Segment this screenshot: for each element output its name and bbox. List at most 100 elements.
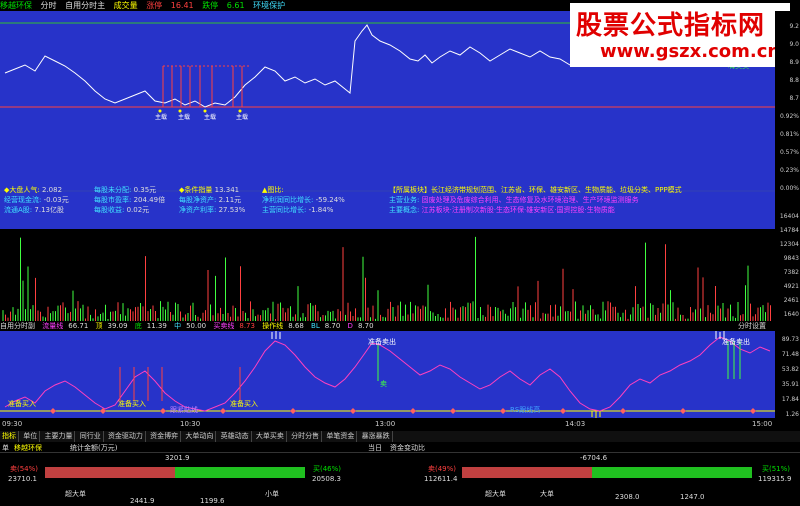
cashflow-label: 经营现金流: [4, 196, 42, 204]
axis-vol-3: 9843 [783, 255, 799, 262]
tab-intraday[interactable]: 分时分售 [289, 431, 323, 442]
chart-type-label[interactable]: 分时 [41, 1, 57, 10]
sub-head-stat: 统计金额(万元) [70, 444, 118, 452]
axis-vol-7: 1640 [783, 311, 799, 318]
sub-head-stock: 移越环保 [14, 444, 42, 452]
profit-growth-label: 净利润同比增长: [262, 196, 314, 204]
navps-label: 每股净资产: [179, 196, 217, 204]
tab-main-force[interactable]: 主要力量 [42, 431, 76, 442]
axis-vol-4: 7382 [783, 269, 799, 276]
float-shares-value: 7.13亿股 [34, 206, 64, 214]
fund-flow-panel: 3201.9 卖(54%) 买(46%) 23710.1 20508.3 超大单… [0, 453, 800, 506]
undistributed-value: 0.35元 [133, 186, 157, 194]
right-center-value: -6704.6 [580, 454, 608, 462]
time-1403: 14:03 [565, 420, 586, 428]
low-signal-marks [158, 109, 242, 113]
watermark-url: www.gszx.com.cn [600, 41, 781, 62]
buy-signal-lines [162, 65, 250, 107]
revenue-growth-value: -1.84% [308, 206, 334, 214]
top-label: 顶 [95, 322, 103, 330]
right-big-label: 超大单 [485, 490, 506, 498]
roe-value: 27.53% [218, 206, 246, 214]
ind-low-text: RS跟线高 [510, 406, 541, 414]
axis-pct-0: 0.92% [779, 113, 799, 120]
tab-big-trade[interactable]: 大单买卖 [254, 431, 287, 442]
left-buy-amount: 20508.3 [312, 475, 341, 483]
tab-unit[interactable]: 单位 [21, 431, 41, 442]
low-mark-1: 主载 [155, 114, 168, 121]
float-shares-label: 流通A股: [4, 206, 33, 214]
cond-vol-label: ◆条件指量 [179, 186, 213, 194]
ind-white-bars [271, 331, 725, 339]
left-center-value: 3201.9 [165, 454, 190, 462]
sub-head-today[interactable]: 当日 [368, 443, 382, 453]
concept-text: 长江经济带规划范围、江苏省、环保、雄安新区、生物质能、垃圾分类、PPP模式 [431, 186, 682, 194]
pe-value: 204.49倍 [133, 196, 166, 204]
tab-hero[interactable]: 英雄动态 [219, 431, 252, 442]
low-mark-2: 主载 [178, 114, 191, 121]
right-v2: 1247.0 [680, 493, 705, 501]
right-axis: 9.2 9.0 8.9 8.8 8.7 0.92% 0.81% 0.57% 0.… [775, 11, 800, 431]
sector-label: 环境保护 [253, 1, 286, 10]
axis-vol-5: 4921 [783, 283, 799, 290]
axis-ind-1: 71.48 [781, 351, 799, 358]
mid-value: 50.00 [186, 322, 207, 330]
ind-sell-lines [377, 341, 741, 381]
navps-value: 2.11元 [218, 196, 242, 204]
time-1300: 13:00 [375, 420, 396, 428]
right-v1: 2308.0 [615, 493, 640, 501]
tab-industry[interactable]: 同行业 [78, 431, 104, 442]
axis-pct-3: 0.23% [779, 167, 799, 174]
left-v2: 1199.6 [200, 497, 225, 505]
flow-label: 流量线 [42, 322, 64, 330]
time-0930: 09:30 [2, 420, 23, 428]
axis-price-0: 9.2 [789, 23, 799, 30]
tab-big-order[interactable]: 大单动向 [183, 431, 217, 442]
ind-buy-lines [119, 367, 241, 401]
time-axis: 09:30 10:30 13:00 14:03 15:00 [0, 418, 775, 430]
sub-head-ratio[interactable]: 资金变动比 [390, 443, 425, 453]
right-sell-bar [462, 467, 592, 478]
left-sell-amount: 23710.1 [8, 475, 37, 483]
ind-name[interactable]: 自用分时副 [0, 322, 35, 330]
left-v1: 2441.9 [130, 497, 155, 505]
pe-label: 每股市盈率: [94, 196, 132, 204]
left-big-label: 超大单 [65, 490, 86, 498]
tab-indicator[interactable]: 指标 [0, 431, 19, 442]
eps-value: 0.02元 [126, 206, 150, 214]
stock-name[interactable]: 移越环保 [0, 1, 32, 10]
right-sell-amount: 112611.4 [424, 475, 458, 483]
axis-vol-1: 14784 [779, 227, 799, 234]
axis-vol-2: 12304 [779, 241, 799, 248]
ind-sell-label-2: 准备卖出 [722, 338, 750, 346]
tab-fund-game[interactable]: 资金博弈 [148, 431, 182, 442]
time-1500: 15:00 [752, 420, 773, 428]
bottom-value: 11.39 [146, 322, 167, 330]
tab-surge[interactable]: 暴涨暴跌 [360, 431, 393, 442]
bottom-label: 底 [134, 322, 142, 330]
d-label: D [347, 322, 353, 330]
chart-settings-button[interactable]: 分时设置 [738, 321, 766, 331]
main-indicator-label[interactable]: 自用分时主 [65, 1, 105, 10]
axis-price-3: 8.8 [789, 77, 799, 84]
volume-panel[interactable] [0, 229, 775, 321]
undistributed-label: 每股未分配: [94, 186, 132, 194]
tab-fund-drive[interactable]: 资金驱动力 [106, 431, 146, 442]
ind-sell-mark: 卖 [380, 380, 387, 388]
popularity-value: 2.082 [41, 186, 63, 194]
axis-pct-2: 0.57% [779, 149, 799, 156]
revenue-growth-label: 主营同比增长: [262, 206, 307, 214]
stock-info-block: ◆大盘人气: 2.082 每股未分配: 0.35元 ◆条件指量 13.341 ▲… [4, 185, 774, 219]
axis-vol-6: 2461 [783, 297, 799, 304]
indicator-panel[interactable]: 准备买入 准备买入 准备买入 准备卖出 准备卖出 卖 RS跟线高 跟紧贴线 [0, 331, 775, 418]
ratio-label: ▲图比: [262, 186, 284, 194]
trade-line-value: 8.73 [239, 322, 255, 330]
ind-buy-label-1: 准备买入 [8, 400, 36, 408]
right-mid-label: 大单 [540, 490, 554, 498]
volume-label: 成交量 [113, 1, 138, 10]
tab-single-fund[interactable]: 单笔资金 [324, 431, 358, 442]
limit-down-value: 6.61 [226, 1, 245, 10]
sub-head-tag: 单 [2, 444, 9, 452]
axis-ind-3: 35.91 [781, 381, 799, 388]
time-1030: 10:30 [180, 420, 201, 428]
